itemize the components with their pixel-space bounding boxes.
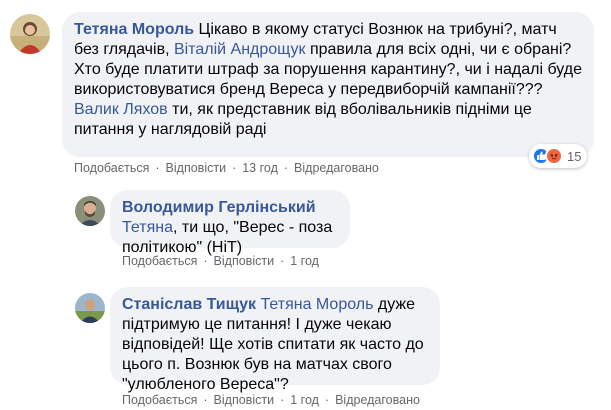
mention-link[interactable]: Валик Ляхов [74, 101, 168, 118]
like-button[interactable]: Подобається [74, 161, 149, 175]
like-button[interactable]: Подобається [122, 393, 197, 407]
reaction-summary[interactable]: 15 [529, 144, 588, 168]
angry-reaction-icon [545, 147, 563, 165]
comment-bubble: Станіслав Тищук Тетяна Мороль дуже підтр… [110, 287, 440, 393]
mention-link[interactable]: Віталій Андрощук [174, 41, 306, 58]
comment-actions: Подобається · Відповісти · 1 год [122, 254, 319, 268]
mention-link[interactable]: Тетяна [122, 219, 173, 236]
avatar[interactable] [75, 196, 105, 226]
reply-button[interactable]: Відповісти [214, 254, 275, 268]
comment-author[interactable]: Станіслав Тищук [122, 296, 256, 313]
comment-actions: Подобається · Відповісти · 13 год · Відредагов… [74, 161, 379, 175]
comment-bubble: Тетяна Мороль Цікаво в якому статусі Воз… [62, 12, 594, 157]
timestamp[interactable]: 1 год [290, 254, 319, 268]
timestamp[interactable]: 1 год [290, 393, 319, 407]
edited-label[interactable]: Відредаговано [294, 161, 379, 175]
comment-bubble: Володимир Герлінський Тетяна, ти що, "Ве… [110, 190, 350, 256]
comment-actions: Подобається · Відповісти · 1 год · Відредагова… [122, 393, 420, 407]
edited-label[interactable]: Відредаговано [335, 393, 420, 407]
reply-button[interactable]: Відповісти [214, 393, 275, 407]
mention-link[interactable]: Тетяна Мороль [261, 296, 374, 313]
avatar[interactable] [75, 293, 105, 323]
timestamp[interactable]: 13 год [242, 161, 278, 175]
reaction-count: 15 [567, 148, 582, 164]
comment-author[interactable]: Тетяна Мороль [74, 21, 194, 38]
comment-text: Тетяна, ти що, "Верес - поза політикою" … [122, 219, 333, 256]
comment-author[interactable]: Володимир Герлінський [122, 199, 316, 216]
avatar[interactable] [10, 14, 50, 54]
like-button[interactable]: Подобається [122, 254, 197, 268]
reply-button[interactable]: Відповісти [166, 161, 227, 175]
comment-text: Цікаво в якому статусі Вознюк на трибуні… [74, 21, 583, 138]
